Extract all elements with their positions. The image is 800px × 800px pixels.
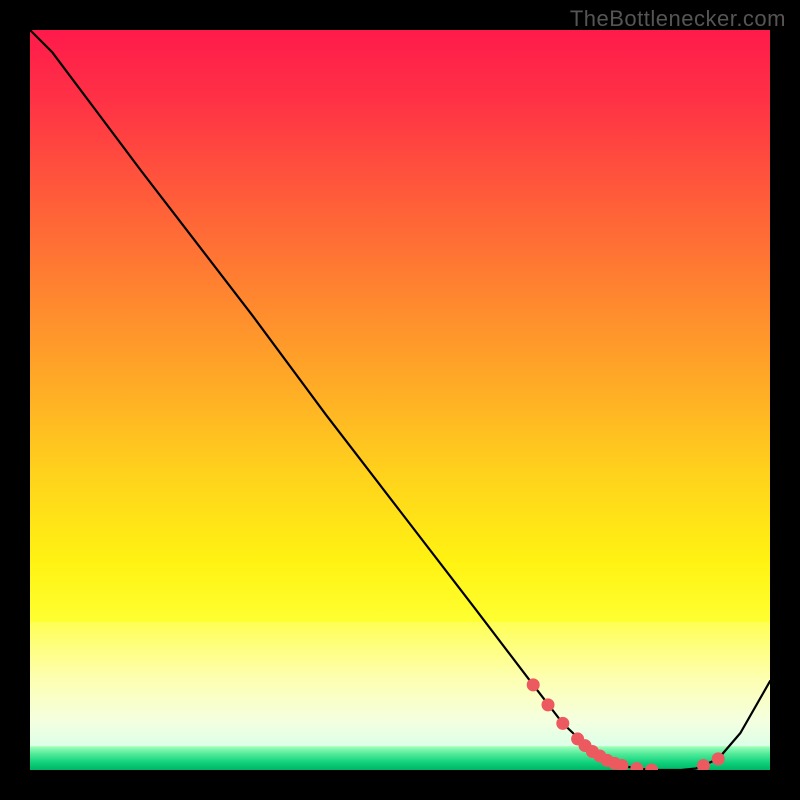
marker-point xyxy=(542,698,555,711)
watermark: TheBottlenecker.com xyxy=(570,6,786,32)
bottleneck-chart xyxy=(30,30,770,770)
chart-svg xyxy=(30,30,770,770)
marker-point xyxy=(527,678,540,691)
green-band xyxy=(30,746,770,770)
marker-point xyxy=(556,717,569,730)
marker-point xyxy=(712,752,725,765)
pale-band xyxy=(30,622,770,746)
